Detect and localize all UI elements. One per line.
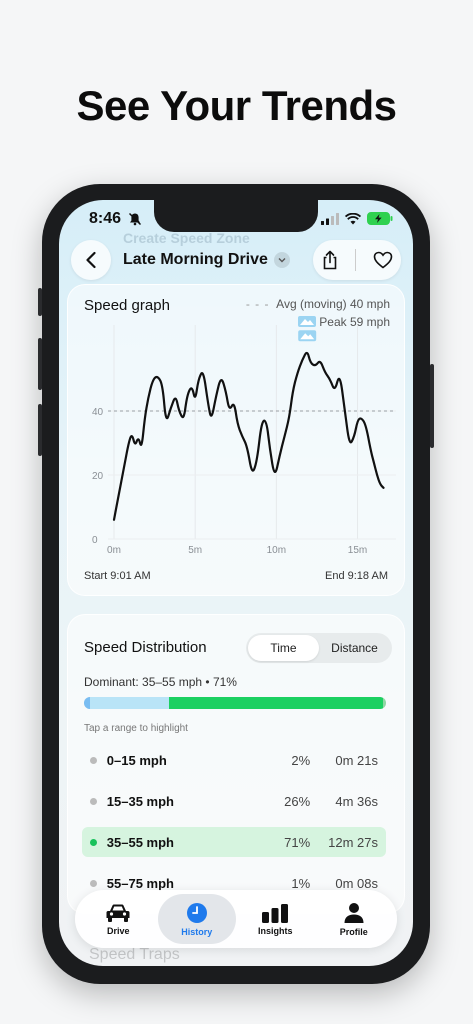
tab-label: Insights: [257, 925, 293, 936]
phone-mute-switch: [38, 288, 42, 316]
heart-icon[interactable]: [373, 251, 393, 269]
row-duration: 4m 36s: [335, 793, 379, 809]
back-button[interactable]: [71, 240, 111, 280]
row-percent: 1%: [291, 875, 311, 891]
distribution-segment: [382, 697, 386, 709]
car-icon: [106, 904, 130, 922]
row-label: 55–75 mph: [106, 875, 174, 891]
ghost-section-behind: Speed Traps: [89, 946, 180, 963]
distribution-segment: [168, 697, 383, 709]
toggle-time[interactable]: Time: [248, 635, 319, 661]
row-dot: [90, 756, 97, 764]
dominant-range-label: Dominant: 35–55 mph • 71%: [84, 675, 237, 689]
speed-range-row-0-15[interactable]: 0–15 mph 2% 0m 21s: [82, 745, 386, 775]
row-label: 15–35 mph: [106, 793, 174, 809]
x-tick-label: 15m: [348, 545, 367, 556]
y-tick-label: 0: [92, 535, 98, 546]
row-label: 35–55 mph: [106, 834, 174, 850]
status-time: 8:46: [89, 210, 122, 227]
title-dropdown-button[interactable]: [273, 252, 290, 268]
row-duration: 12m 27s: [328, 834, 379, 850]
phone-volume-up: [38, 338, 42, 390]
tab-profile[interactable]: Profile: [315, 894, 394, 944]
row-label: 0–15 mph: [106, 752, 167, 768]
row-percent: 2%: [291, 752, 311, 768]
row-dot: [90, 797, 97, 805]
chevron-down-icon: [278, 258, 286, 263]
status-indicators: [321, 212, 393, 225]
drive-title[interactable]: Late Morning Drive: [123, 251, 268, 269]
row-percent: 71%: [284, 834, 311, 850]
tab-insights[interactable]: Insights: [236, 894, 315, 944]
nav-bar: Late Morning Drive: [71, 240, 401, 280]
phone-frame: 8:46 Create Speed Zone Late Morning Driv…: [38, 184, 434, 984]
tab-history[interactable]: History: [157, 894, 236, 944]
bell-slash-icon: [128, 212, 142, 226]
person-icon: [344, 902, 364, 923]
tab-bar: Drive History Insights Profile: [75, 890, 397, 948]
share-icon[interactable]: [321, 250, 339, 270]
x-tick-label: 5m: [188, 545, 202, 556]
row-duration: 0m 21s: [335, 752, 379, 768]
clock-icon: [186, 902, 207, 923]
tab-drive[interactable]: Drive: [79, 894, 158, 944]
x-tick-label: 10m: [267, 545, 286, 556]
toggle-distance[interactable]: Distance: [319, 635, 390, 661]
speed-distribution-card: Speed Distribution Time Distance Dominan…: [67, 614, 405, 914]
headline: See Your Trends: [76, 82, 397, 129]
distribution-segment: [90, 697, 169, 709]
wifi-icon: [345, 212, 361, 224]
chevron-left-icon: [86, 251, 96, 269]
end-time-label: End 9:18 AM: [325, 570, 388, 582]
distribution-bar: [84, 697, 386, 709]
tab-label: Drive: [106, 925, 130, 936]
phone-screen: 8:46 Create Speed Zone Late Morning Driv…: [59, 200, 413, 966]
tab-label: History: [181, 926, 213, 937]
row-duration: 0m 08s: [335, 875, 379, 891]
phone-power-button: [430, 364, 434, 448]
row-dot: [90, 879, 97, 887]
speed-distribution-title: Speed Distribution: [84, 639, 207, 656]
speed-range-row-35-55[interactable]: 35–55 mph 71% 12m 27s: [82, 827, 386, 857]
y-tick-label: 20: [92, 471, 104, 482]
start-time-label: Start 9:01 AM: [84, 570, 151, 582]
speed-line: [112, 351, 385, 521]
bar-chart-icon: [262, 903, 289, 923]
signal-icon: [321, 212, 339, 225]
battery-charging-icon: [367, 212, 393, 225]
tap-hint: Tap a range to highlight: [84, 723, 188, 734]
time-distance-toggle: Time Distance: [246, 633, 392, 663]
speed-range-row-15-35[interactable]: 15–35 mph 26% 4m 36s: [82, 786, 386, 816]
x-tick-label: 0m: [107, 545, 121, 556]
speed-graph-card: Speed graph - - - Avg (moving) 40 mph Pe…: [67, 284, 405, 596]
tab-label: Profile: [339, 926, 368, 937]
row-percent: 26%: [284, 793, 311, 809]
phone-volume-down: [38, 404, 42, 456]
notch: [154, 200, 318, 232]
y-tick-label: 40: [92, 407, 104, 418]
speed-line-chart: 0m 5m 10m 15m 0 20 40: [92, 325, 396, 556]
nav-actions: [313, 240, 401, 280]
row-dot: [90, 838, 97, 846]
nav-actions-divider: [355, 249, 357, 271]
